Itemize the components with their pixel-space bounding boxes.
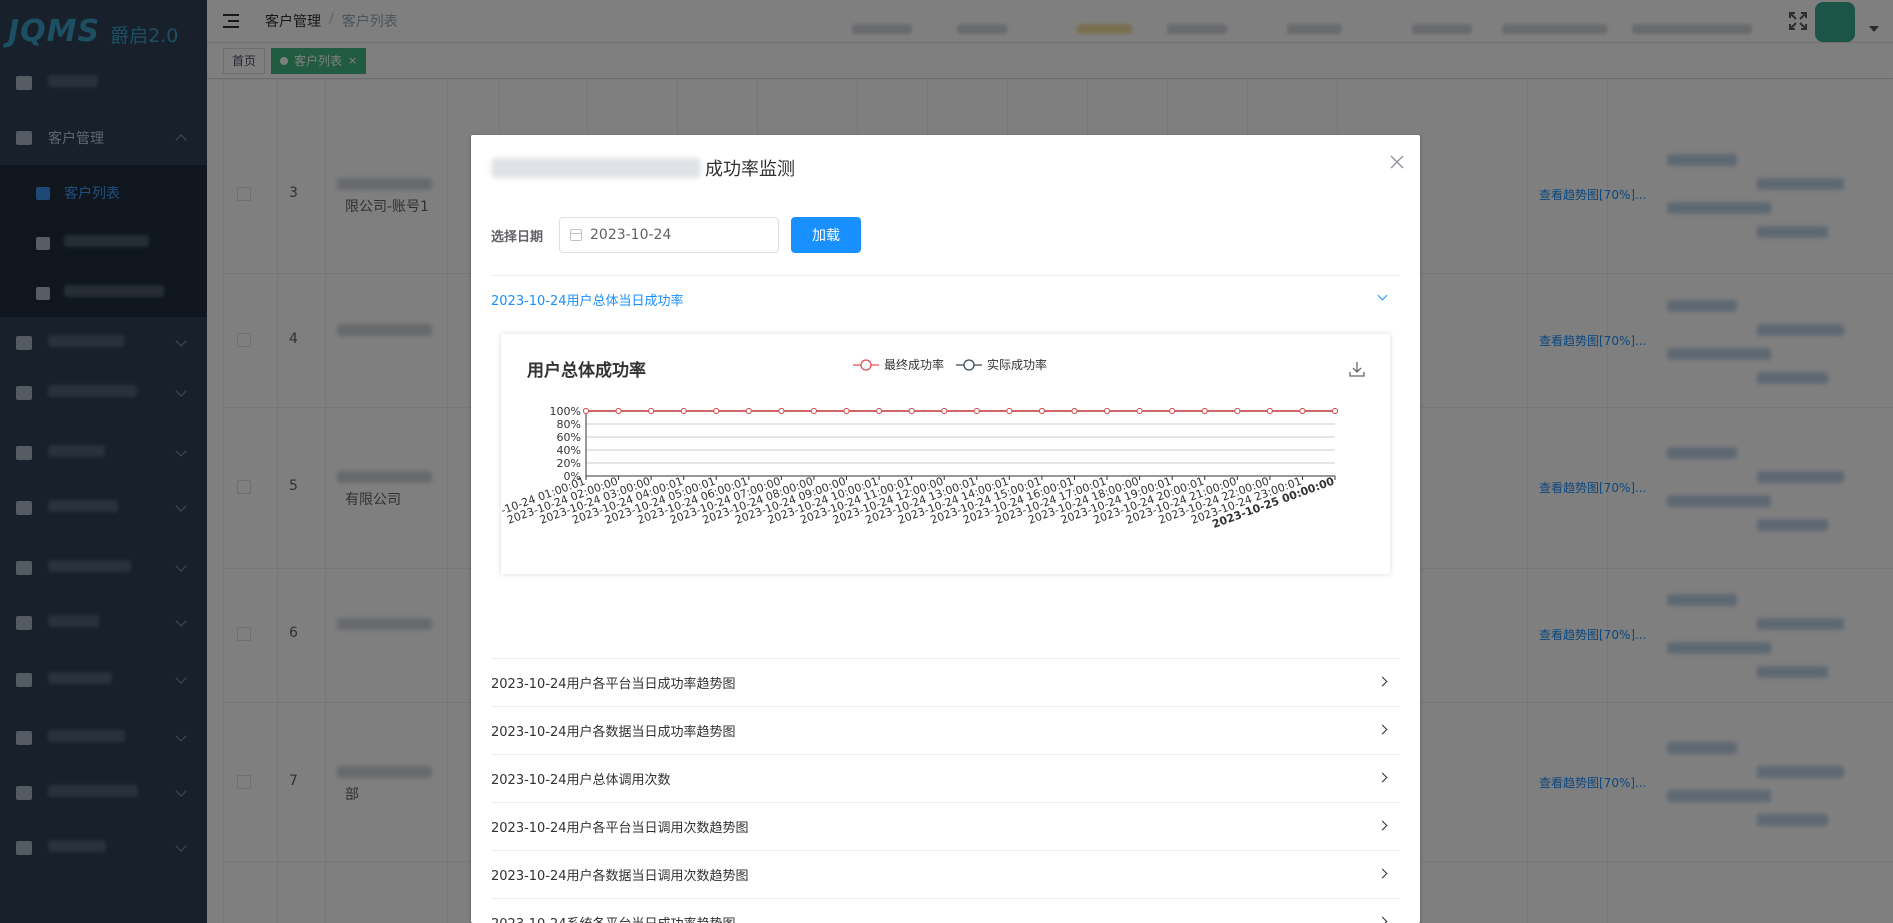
chevron-right-icon [1377,868,1388,879]
collapse-header[interactable]: 2023-10-24用户各数据当日成功率趋势图 [491,707,1400,754]
data-point [778,408,785,414]
date-label: 选择日期 [491,229,544,245]
collapse-item: 2023-10-24用户总体当日成功率 用户总体成功率 最终成功率 实际成功率 0… [491,276,1400,659]
date-form-row: 选择日期 2023-10-24 加载 [491,217,1400,253]
collapse-item: 2023-10-24用户各数据当日成功率趋势图 [491,707,1400,755]
legend-label: 最终成功率 [884,358,945,372]
data-point [1038,408,1045,414]
collapse-panel: 2023-10-24用户总体当日成功率 用户总体成功率 最终成功率 实际成功率 0… [491,275,1400,923]
collapse-item: 2023-10-24系统各平台当日成功率趋势图 [491,899,1400,923]
data-point [713,408,720,414]
dialog-body: 选择日期 2023-10-24 加载 2023-10-24用户总体当日成功率 用… [471,197,1420,923]
collapse-item: 2023-10-24用户各数据当日调用次数趋势图 [491,851,1400,899]
y-tick-label: 20% [557,457,581,470]
dialog-header: 成功率监测 [471,135,1420,197]
chevron-right-icon [1377,916,1388,923]
data-point [973,408,980,414]
collapse-header[interactable]: 2023-10-24用户总体调用次数 [491,755,1400,802]
data-point [1299,408,1306,414]
y-tick-label: 40% [557,444,581,457]
data-point [843,408,850,414]
y-tick-label: 80% [557,418,581,431]
legend-marker-icon [853,358,879,371]
data-point [908,408,915,414]
data-point [1006,408,1013,414]
collapse-title: 2023-10-24系统各平台当日成功率趋势图 [491,913,736,923]
collapse-header[interactable]: 2023-10-24系统各平台当日成功率趋势图 [491,899,1400,923]
data-point [1201,408,1208,414]
chevron-right-icon [1377,676,1388,687]
date-picker-input[interactable]: 2023-10-24 [559,217,779,253]
collapse-header[interactable]: 2023-10-24用户各平台当日成功率趋势图 [491,659,1400,706]
data-point [1332,408,1338,414]
line-chart: 0%20%40%60%80%100%2023-10-24 01:00:01202… [501,405,1338,531]
collapse-header[interactable]: 2023-10-24用户各数据当日调用次数趋势图 [491,851,1400,898]
collapse-header[interactable]: 2023-10-24用户总体当日成功率 [491,276,1400,323]
collapse-title: 2023-10-24用户各平台当日成功率趋势图 [491,677,736,692]
success-rate-dialog: 成功率监测 选择日期 2023-10-24 加载 2023-10-24用户总体当… [471,135,1420,923]
data-point [941,408,948,414]
chart-title: 用户总体成功率 [527,361,646,381]
y-tick-label: 60% [557,431,581,444]
collapse-title: 2023-10-24用户总体调用次数 [491,773,671,788]
dialog-title-text: 成功率监测 [705,159,795,180]
data-point [1266,408,1273,414]
legend-marker-icon [956,358,983,371]
collapse-title: 2023-10-24用户总体当日成功率 [491,294,684,309]
data-point [1136,408,1143,414]
chart-card: 用户总体成功率 最终成功率 实际成功率 0% 20% 40% 60% 80% 100% 202… [501,334,1390,574]
data-point [876,408,883,414]
date-value: 2023-10-24 [590,227,672,243]
calendar-icon [570,229,582,241]
legend-item[interactable]: 最终成功率 [853,356,944,373]
legend-label: 实际成功率 [987,358,1048,372]
download-icon[interactable] [1348,360,1366,378]
data-point [615,408,622,414]
close-icon[interactable] [1390,155,1404,169]
collapse-item: 2023-10-24用户总体调用次数 [491,755,1400,803]
data-point [583,408,589,414]
chevron-down-icon [1377,290,1388,301]
collapse-header[interactable]: 2023-10-24用户各平台当日调用次数趋势图 [491,803,1400,850]
data-point [745,408,752,414]
data-point [648,408,655,414]
collapse-item: 2023-10-24用户各平台当日调用次数趋势图 [491,803,1400,851]
blurred-customer-name [491,158,701,178]
chevron-right-icon [1377,820,1388,831]
collapse-title: 2023-10-24用户各数据当日成功率趋势图 [491,725,736,740]
collapse-item: 2023-10-24用户各平台当日成功率趋势图 [491,659,1400,707]
chart-legend: 最终成功率 实际成功率 [853,356,1047,373]
data-point [1071,408,1078,414]
data-point [1104,408,1111,414]
collapse-content: 用户总体成功率 最终成功率 实际成功率 0% 20% 40% 60% 80% 100% 202… [491,323,1400,658]
legend-item[interactable]: 实际成功率 [956,356,1047,373]
data-point [810,408,817,414]
chevron-right-icon [1377,724,1388,735]
y-tick-label: 100% [550,405,581,418]
data-point [680,408,687,414]
load-button[interactable]: 加载 [791,217,861,253]
data-point [1169,408,1176,414]
dialog-title: 成功率监测 [491,155,795,181]
collapse-title: 2023-10-24用户各数据当日调用次数趋势图 [491,869,749,884]
data-point [1234,408,1241,414]
chevron-right-icon [1377,772,1388,783]
collapse-title: 2023-10-24用户各平台当日调用次数趋势图 [491,821,749,836]
